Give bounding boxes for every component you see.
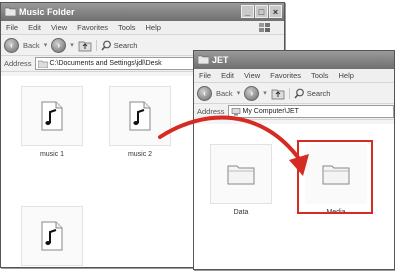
music-file-icon bbox=[41, 101, 63, 131]
folder-icon bbox=[37, 60, 48, 68]
music-file-thumb bbox=[21, 206, 83, 266]
up-folder-icon[interactable] bbox=[78, 38, 92, 52]
folder-icon bbox=[227, 165, 255, 185]
maximize-button[interactable]: □ bbox=[255, 5, 268, 18]
minimize-button[interactable]: _ bbox=[241, 5, 254, 18]
search-icon bbox=[294, 88, 304, 99]
up-folder-icon[interactable] bbox=[271, 86, 285, 100]
chevron-down-icon[interactable]: ▾ bbox=[237, 89, 241, 97]
chevron-down-icon[interactable]: ▾ bbox=[70, 41, 74, 49]
back-arrow-icon[interactable]: ‹ bbox=[4, 37, 19, 53]
menu-file[interactable]: File bbox=[6, 21, 18, 34]
computer-icon bbox=[231, 107, 240, 115]
menu-edit[interactable]: Edit bbox=[221, 69, 234, 82]
address-field[interactable]: My Computer\JET bbox=[227, 105, 394, 118]
forward-arrow-icon[interactable]: › bbox=[51, 37, 67, 53]
music-window-titlebar[interactable]: Music Folder _ □ × bbox=[1, 3, 284, 21]
file-item-music-2[interactable]: music 2 bbox=[109, 86, 171, 158]
search-label: Search bbox=[113, 40, 138, 50]
music-file-thumb bbox=[109, 86, 171, 146]
search-button[interactable]: Search bbox=[95, 39, 138, 51]
file-item-music-1[interactable]: music 1 bbox=[21, 86, 83, 158]
jet-menubar: File Edit View Favorites Tools Help bbox=[194, 69, 394, 83]
file-item-music-3[interactable] bbox=[21, 206, 83, 271]
search-icon bbox=[101, 40, 111, 51]
file-name: music 1 bbox=[39, 151, 65, 158]
address-label: Address bbox=[197, 107, 225, 116]
menu-help[interactable]: Help bbox=[146, 21, 161, 34]
menu-tools[interactable]: Tools bbox=[311, 69, 329, 82]
folder-item-data[interactable]: Data bbox=[210, 144, 272, 216]
music-menubar: File Edit View Favorites Tools Help bbox=[1, 21, 284, 35]
back-arrow-icon[interactable]: ‹ bbox=[197, 85, 212, 101]
menu-view[interactable]: View bbox=[244, 69, 260, 82]
address-value: My Computer\JET bbox=[242, 108, 299, 115]
search-button[interactable]: Search bbox=[288, 87, 331, 99]
menu-tools[interactable]: Tools bbox=[118, 21, 136, 34]
windows-logo-icon bbox=[259, 23, 270, 32]
file-name: music 2 bbox=[127, 151, 153, 158]
folder-icon bbox=[5, 7, 16, 16]
search-label: Search bbox=[306, 88, 331, 98]
menu-edit[interactable]: Edit bbox=[28, 21, 41, 34]
folder-thumb bbox=[210, 144, 272, 204]
folder-name: Data bbox=[233, 209, 249, 216]
music-file-thumb bbox=[21, 86, 83, 146]
jet-addressbar: Address My Computer\JET bbox=[194, 104, 394, 120]
back-label[interactable]: Back bbox=[23, 41, 40, 50]
music-file-icon bbox=[129, 101, 151, 131]
address-value: C:\Documents and Settings\jdl\Desk bbox=[49, 60, 162, 67]
chevron-down-icon[interactable]: ▾ bbox=[263, 89, 267, 97]
menu-favorites[interactable]: Favorites bbox=[77, 21, 108, 34]
music-window-title: Music Folder bbox=[19, 7, 75, 17]
chevron-down-icon[interactable]: ▾ bbox=[44, 41, 48, 49]
menu-help[interactable]: Help bbox=[339, 69, 354, 82]
address-label: Address bbox=[4, 59, 32, 68]
menu-view[interactable]: View bbox=[51, 21, 67, 34]
music-file-icon bbox=[41, 221, 63, 251]
jet-toolbar: ‹ Back ▾ › ▾ Search bbox=[194, 83, 394, 104]
jet-window-title: JET bbox=[212, 55, 229, 65]
menu-favorites[interactable]: Favorites bbox=[270, 69, 301, 82]
jet-window-titlebar[interactable]: JET bbox=[194, 51, 394, 69]
menu-file[interactable]: File bbox=[199, 69, 211, 82]
forward-arrow-icon[interactable]: › bbox=[244, 85, 260, 101]
close-button[interactable]: × bbox=[269, 5, 282, 18]
back-label[interactable]: Back bbox=[216, 89, 233, 98]
media-target-highlight bbox=[297, 140, 373, 214]
folder-icon bbox=[198, 55, 209, 64]
